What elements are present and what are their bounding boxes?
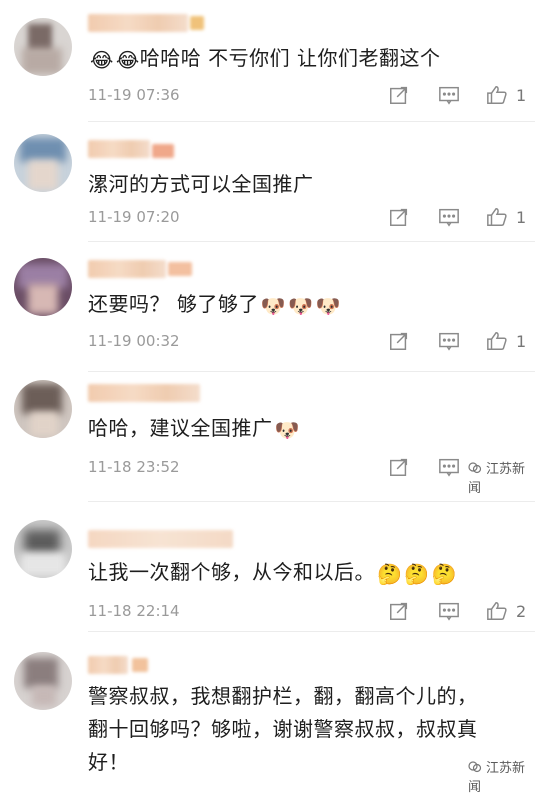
comment-text-line: 好！ (88, 750, 129, 774)
comment-item: 警察叔叔，我想翻护栏，翻，翻高个儿的， 翻十回够吗？够啦，谢谢警察叔叔，叔叔真 … (0, 632, 535, 795)
thumbs-up-icon[interactable] (486, 84, 510, 108)
comment-item: 哈哈，建议全国推广 🐶 11-18 23:52 江苏新闻 (0, 372, 535, 500)
avatar[interactable] (14, 18, 72, 76)
share-icon[interactable] (388, 84, 412, 108)
comment-text-body: 让我一次翻个够，从今和以后。 (88, 560, 375, 584)
watermark: 江苏新闻 (468, 458, 535, 496)
comment-meta: 11-19 07:20 1 (88, 206, 535, 230)
avatar[interactable] (14, 520, 72, 578)
comment-time: 11-19 07:36 (88, 86, 180, 104)
like-count: 1 (516, 208, 527, 227)
comment-time: 11-19 07:20 (88, 208, 180, 226)
comment-item: 漯河的方式可以全国推广 11-19 07:20 1 (0, 122, 535, 240)
comment-icon[interactable] (438, 600, 462, 624)
avatar[interactable] (14, 134, 72, 192)
username-blurred[interactable] (88, 14, 188, 32)
comment-icon[interactable] (438, 330, 462, 354)
username-blurred[interactable] (88, 260, 166, 278)
username-badge-blurred (132, 658, 148, 672)
comment-text: 警察叔叔，我想翻护栏，翻，翻高个儿的， 翻十回够吗？够啦，谢谢警察叔叔，叔叔真 … (88, 680, 515, 779)
comment-meta: 11-18 23:52 江苏新闻 (88, 456, 535, 496)
comment-item: 😂 😂哈哈哈 不亏你们 让你们老翻这个 11-19 07:36 1 (0, 0, 535, 120)
username-badge-blurred (168, 262, 192, 276)
doge-emoji-icon: 🐶 (274, 418, 300, 442)
thumbs-up-icon[interactable] (486, 600, 510, 624)
comment-icon[interactable] (438, 456, 462, 480)
comment-text: 哈哈，建议全国推广 🐶 (88, 412, 515, 447)
comment-text-body: 哈哈，建议全国推广 (88, 416, 273, 440)
thumbs-up-icon[interactable] (486, 206, 510, 230)
comment-meta: 11-18 22:14 2 (88, 600, 535, 624)
comment-icon[interactable] (438, 206, 462, 230)
thinking-emoji-icon: 🤔 (404, 562, 430, 586)
username-blurred[interactable] (88, 384, 200, 402)
comment-text-line: 翻十回够吗？够啦，谢谢警察叔叔，叔叔真 (88, 717, 478, 741)
username-blurred[interactable] (88, 656, 128, 674)
comment-meta: 11-19 07:36 1 (88, 84, 535, 108)
watermark: 江苏新闻 (468, 757, 535, 795)
thumbs-up-icon[interactable] (486, 330, 510, 354)
comment-icon[interactable] (438, 84, 462, 108)
wechat-icon (468, 761, 482, 773)
share-icon[interactable] (388, 456, 412, 480)
comment-text: 还要吗？ 够了够了 🐶 🐶 🐶 (88, 288, 515, 323)
comment-time: 11-18 22:14 (88, 602, 180, 620)
share-icon[interactable] (388, 600, 412, 624)
comment-text: 让我一次翻个够，从今和以后。 🤔 🤔 🤔 (88, 556, 515, 591)
username-badge-blurred (152, 144, 174, 158)
laughing-emoji-icon: 😂 (115, 48, 140, 72)
avatar[interactable] (14, 380, 72, 438)
like-count: 1 (516, 86, 527, 105)
share-icon[interactable] (388, 330, 412, 354)
like-count: 1 (516, 332, 527, 351)
wechat-icon (468, 462, 482, 474)
username-blurred[interactable] (88, 530, 233, 548)
comment-item: 还要吗？ 够了够了 🐶 🐶 🐶 11-19 00:32 1 (0, 242, 535, 370)
laughing-emoji-icon: 😂 (90, 48, 114, 72)
avatar[interactable] (14, 258, 72, 316)
share-icon[interactable] (388, 206, 412, 230)
comment-text-line: 警察叔叔，我想翻护栏，翻，翻高个儿的， (88, 684, 478, 708)
comment-text-body: 漯河的方式可以全国推广 (88, 172, 314, 196)
comment-item: 让我一次翻个够，从今和以后。 🤔 🤔 🤔 11-18 22:14 2 (0, 502, 535, 630)
thinking-emoji-icon: 🤔 (377, 562, 403, 586)
doge-emoji-icon: 🐶 (315, 294, 342, 318)
comment-text: 漯河的方式可以全国推广 (88, 168, 515, 201)
username-blurred[interactable] (88, 140, 150, 158)
comment-time: 11-18 23:52 (88, 458, 180, 476)
doge-emoji-icon: 🐶 (260, 294, 287, 318)
comment-text: 😂 😂哈哈哈 不亏你们 让你们老翻这个 (88, 42, 515, 77)
comment-text-body: 哈哈哈 不亏你们 让你们老翻这个 (139, 46, 441, 70)
like-count: 2 (516, 602, 527, 621)
thinking-emoji-icon: 🤔 (431, 562, 458, 586)
comment-time: 11-19 00:32 (88, 332, 180, 350)
doge-emoji-icon: 🐶 (288, 294, 314, 318)
avatar[interactable] (14, 652, 72, 710)
username-badge-blurred (190, 16, 204, 30)
comment-text-body: 还要吗？ 够了够了 (88, 292, 259, 316)
comment-meta: 11-19 00:32 1 (88, 330, 535, 354)
